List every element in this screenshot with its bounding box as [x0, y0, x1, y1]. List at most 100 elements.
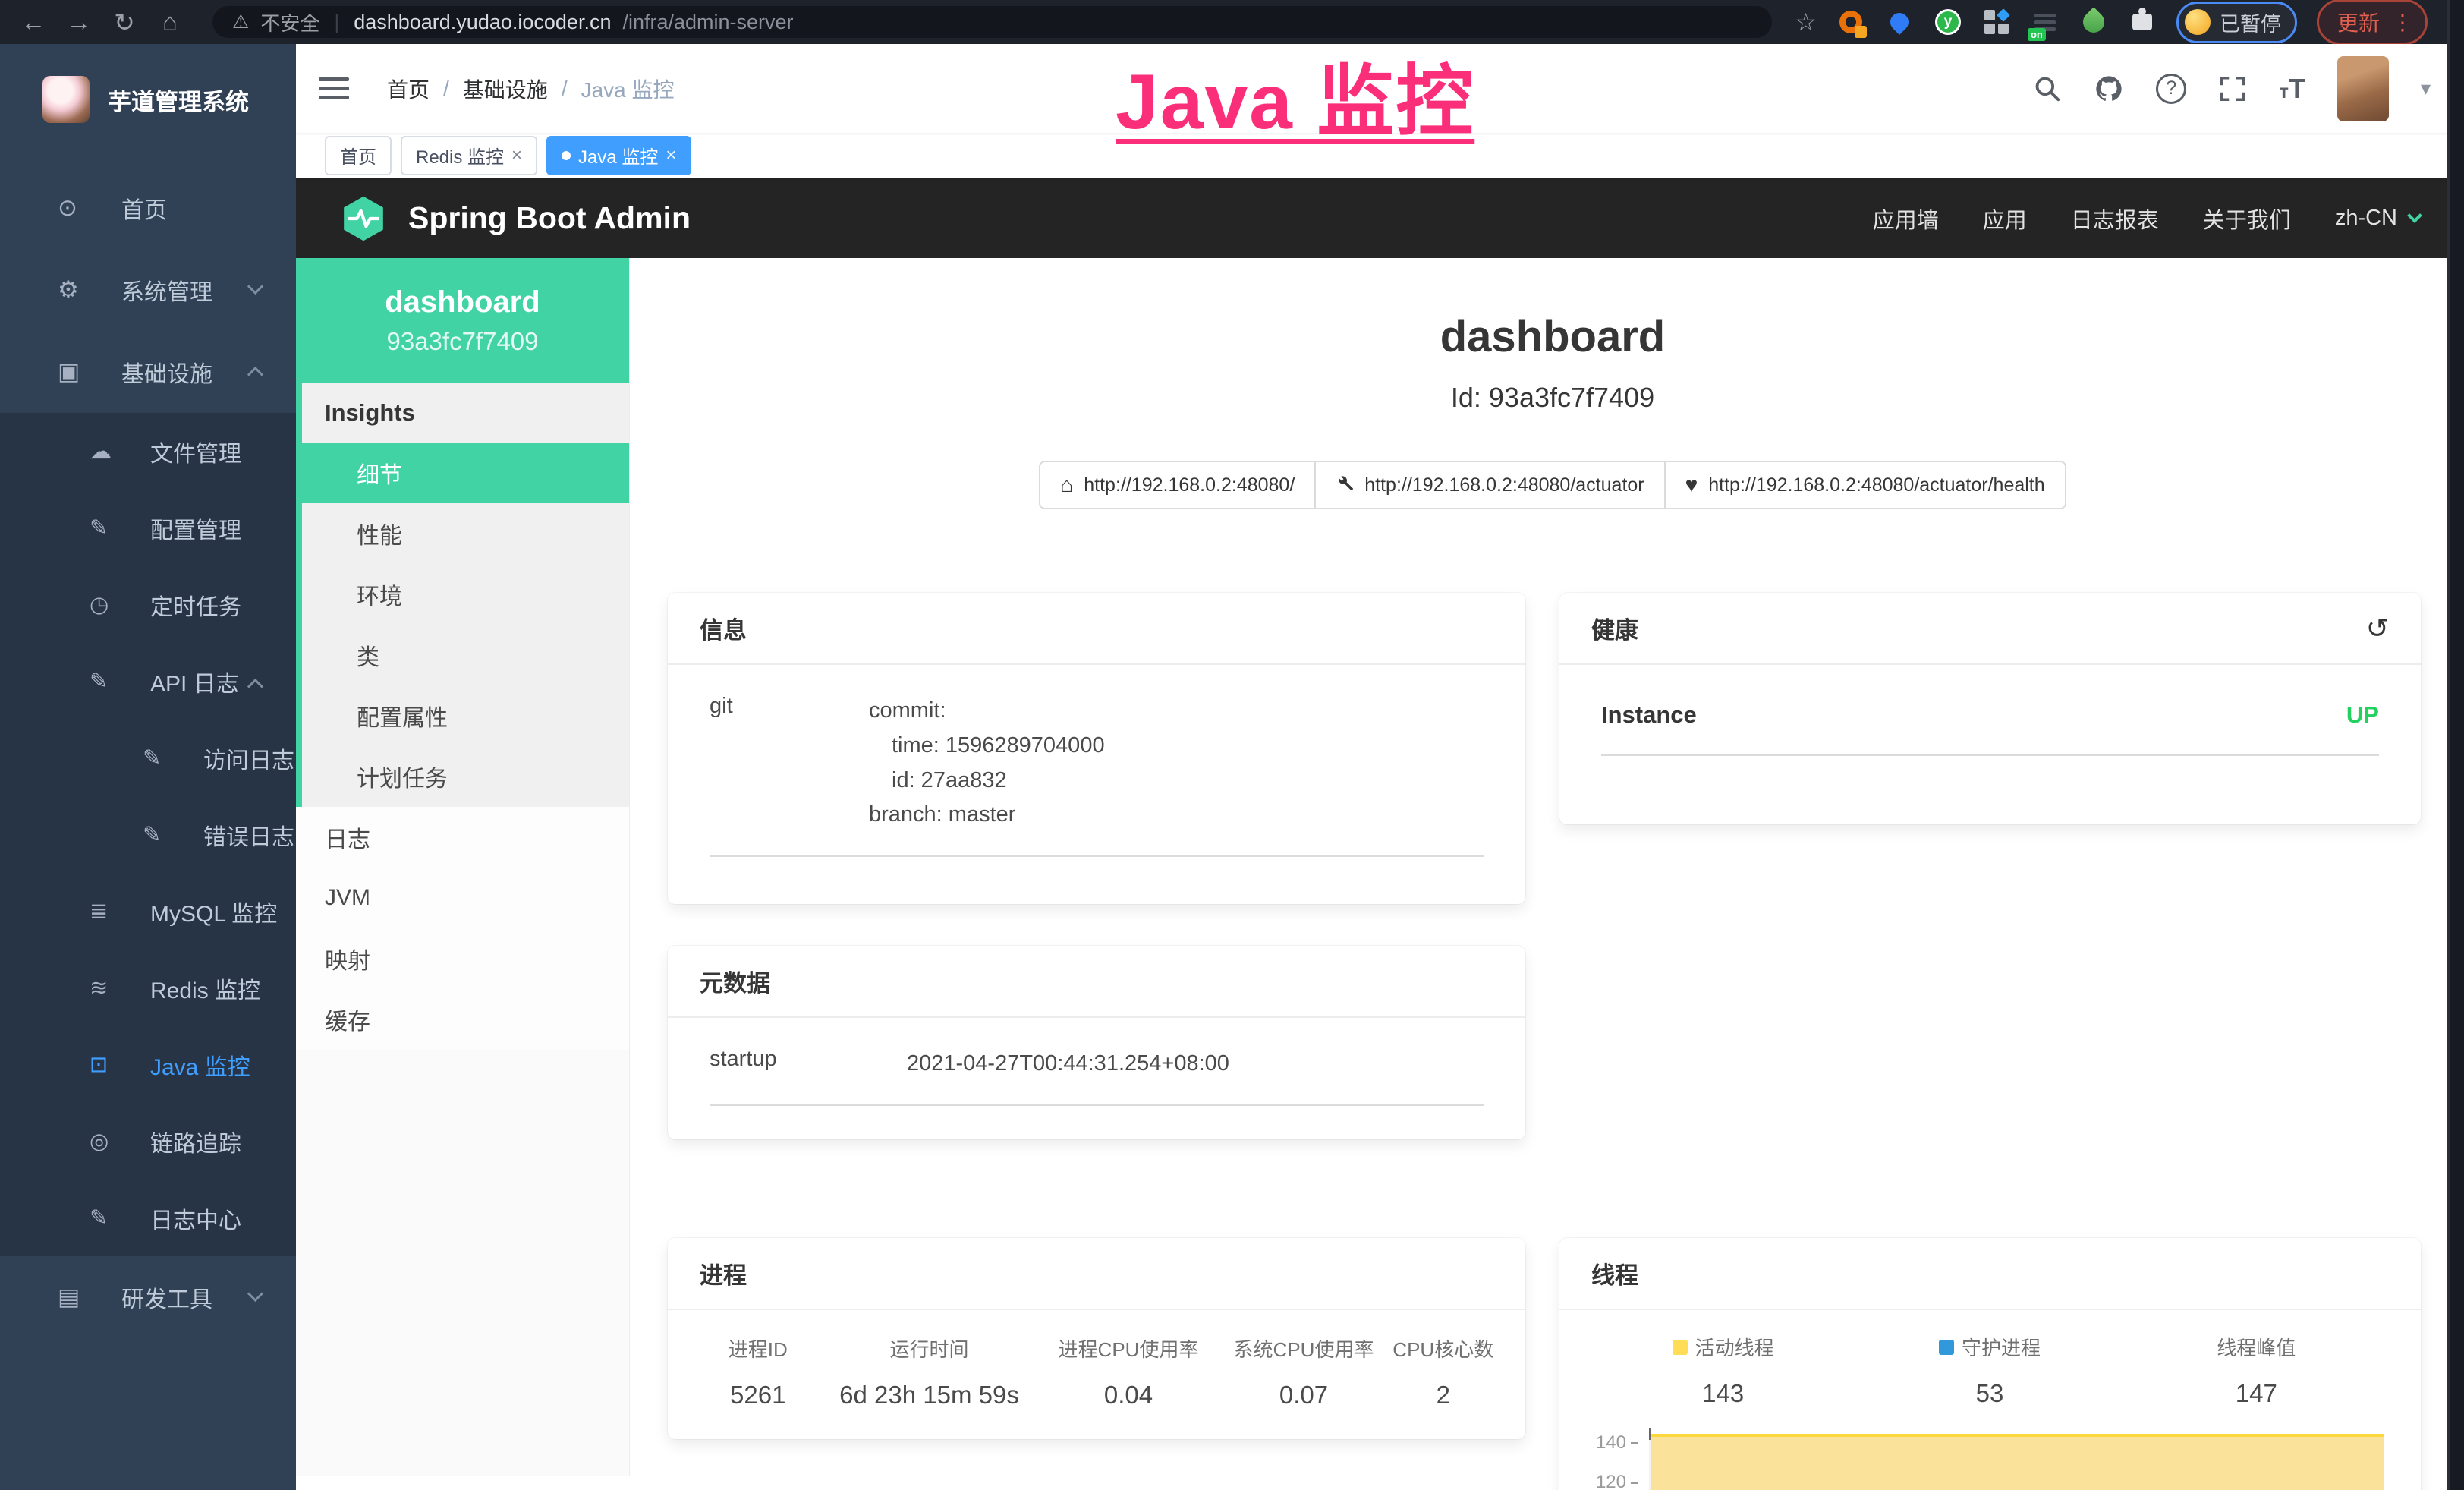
github-icon[interactable] — [2094, 74, 2124, 104]
info-card: 信息 git commit: time: 1596289704000 id: 2… — [668, 593, 1525, 904]
sidebar-item-access-log[interactable]: ✎ 访问日志 — [0, 720, 296, 796]
home-icon: ⌂ — [1060, 473, 1073, 497]
profile-avatar-emoji — [2185, 9, 2211, 35]
java-monitor-icon: ⊡ — [90, 1051, 124, 1078]
sidebar-item-log-center[interactable]: ✎ 日志中心 — [0, 1180, 296, 1256]
git-id-line: id: 27aa832 — [869, 764, 1105, 799]
sba-nav-wallboard[interactable]: 应用墙 — [1873, 203, 1939, 235]
tab-redis-monitor[interactable]: Redis 监控 × — [401, 136, 537, 175]
sidebar-item-tracing[interactable]: ◎ 链路追踪 — [0, 1103, 296, 1180]
row-divider — [1601, 754, 2379, 756]
health-url-button[interactable]: ♥ http://192.168.0.2:48080/actuator/heal… — [1664, 461, 2066, 509]
sidebar-item-api-log[interactable]: ✎ API 日志 — [0, 643, 296, 720]
git-commit-line: commit: — [869, 694, 1105, 729]
font-size-icon[interactable]: тT — [2279, 73, 2305, 105]
close-icon[interactable]: × — [511, 145, 522, 166]
process-header-pid: 进程ID — [698, 1334, 818, 1362]
briefcase-icon: ▤ — [58, 1284, 93, 1311]
heart-icon: ♥ — [1685, 473, 1698, 497]
sidebar-item-java-monitor[interactable]: ⊡ Java 监控 — [0, 1026, 296, 1103]
sidebar-item-files[interactable]: ☁ 文件管理 — [0, 413, 296, 490]
extension-icon-puzzle[interactable] — [2128, 8, 2157, 36]
extension-icon-orange[interactable] — [1836, 8, 1865, 36]
user-avatar[interactable] — [2337, 56, 2389, 121]
not-secure-label[interactable]: 不安全 — [260, 8, 319, 36]
extension-icon-leaf[interactable] — [2079, 8, 2108, 36]
info-row-label: git — [710, 694, 869, 833]
chevron-up-icon — [247, 679, 263, 695]
sba-sidebar-item-jvm[interactable]: JVM — [296, 868, 629, 928]
api-log-icon: ✎ — [90, 668, 124, 695]
sidebar-item-error-log[interactable]: ✎ 错误日志 — [0, 796, 296, 873]
extension-icon-pin[interactable] — [1885, 8, 1914, 36]
sba-sidebar-item-scheduled-tasks[interactable]: 计划任务 — [302, 746, 629, 807]
update-button[interactable]: 更新 ⋮ — [2317, 0, 2428, 45]
sba-sidebar-item-logs[interactable]: 日志 — [296, 807, 629, 868]
app-logo-row[interactable]: 芋道管理系统 — [0, 44, 296, 135]
sidebar-item-infra[interactable]: ▣ 基础设施 — [0, 331, 296, 413]
sba-sidebar-item-mappings[interactable]: 映射 — [296, 928, 629, 989]
extension-icon-grid[interactable] — [1982, 8, 2011, 36]
window-edge-scrollbar[interactable] — [2447, 0, 2464, 1490]
row-divider — [710, 1104, 1484, 1106]
sidebar-item-label: 基础设施 — [121, 355, 212, 389]
sidebar-item-label: 访问日志 — [203, 742, 294, 775]
back-icon[interactable]: ← — [14, 8, 53, 36]
sidebar-item-system[interactable]: ⚙ 系统管理 — [0, 249, 296, 331]
history-icon[interactable]: ↺ — [2366, 613, 2389, 644]
breadcrumb-home[interactable]: 首页 — [387, 74, 430, 104]
process-table-headers: 进程ID 运行时间 进程CPU使用率 系统CPU使用率 CPU核心数 — [698, 1334, 1495, 1362]
extension-icon-list-on[interactable]: on — [2031, 8, 2060, 36]
health-instance-row[interactable]: Instance UP — [1601, 701, 2379, 729]
sba-nav-about[interactable]: 关于我们 — [2203, 203, 2291, 235]
tab-java-monitor[interactable]: Java 监控 × — [546, 136, 691, 175]
extension-icon-green-y[interactable]: y — [1934, 8, 1962, 36]
reload-icon[interactable]: ↻ — [105, 8, 144, 37]
chevron-down-icon — [2407, 208, 2422, 223]
process-value-proc-cpu: 0.04 — [1041, 1381, 1216, 1410]
sidebar-item-devtools[interactable]: ▤ 研发工具 — [0, 1256, 296, 1338]
browser-home-icon[interactable]: ⌂ — [150, 8, 190, 36]
actuator-url-button[interactable]: http://192.168.0.2:48080/actuator — [1314, 461, 1665, 509]
process-card: 进程 进程ID 运行时间 进程CPU使用率 系统CPU使用率 CPU核心数 — [668, 1238, 1525, 1439]
sidebar-item-scheduled-jobs[interactable]: ◷ 定时任务 — [0, 566, 296, 643]
bookmark-star-icon[interactable]: ☆ — [1795, 8, 1817, 36]
profile-paused-chip[interactable]: 已暂停 — [2176, 2, 2297, 43]
service-url-button[interactable]: ⌂ http://192.168.0.2:48080/ — [1039, 461, 1316, 509]
sidebar-item-config[interactable]: ✎ 配置管理 — [0, 490, 296, 566]
sba-sidebar-item-config-props[interactable]: 配置属性 — [302, 685, 629, 746]
sba-sidebar-item-environment[interactable]: 环境 — [302, 564, 629, 625]
active-dot — [562, 151, 571, 160]
sidebar-item-home[interactable]: ⊙ 首页 — [0, 167, 296, 249]
sidebar-item-redis[interactable]: ≋ Redis 监控 — [0, 950, 296, 1026]
sba-instance-name: dashboard — [385, 285, 540, 320]
threads-card: 线程 活动线程 守护进 — [1559, 1238, 2421, 1490]
sba-instance-block[interactable]: dashboard 93a3fc7f7409 — [296, 258, 629, 383]
sidebar-item-mysql[interactable]: ≣ MySQL 监控 — [0, 873, 296, 950]
app-logo-image — [42, 76, 90, 123]
app-title: 芋道管理系统 — [108, 83, 249, 117]
sba-sidebar-item-details[interactable]: 细节 — [302, 443, 629, 503]
sba-sidebar-item-classes[interactable]: 类 — [302, 625, 629, 685]
sba-sidebar-item-metrics[interactable]: 性能 — [302, 503, 629, 564]
sba-nav-journal[interactable]: 日志报表 — [2071, 203, 2159, 235]
search-icon[interactable] — [2033, 74, 2062, 103]
sba-sidebar-item-caches[interactable]: 缓存 — [296, 989, 629, 1050]
sba-nav-applications[interactable]: 应用 — [1983, 203, 2027, 235]
help-icon[interactable]: ? — [2156, 74, 2186, 104]
close-icon[interactable]: × — [666, 145, 676, 166]
caret-down-icon[interactable]: ▾ — [2421, 77, 2431, 100]
browser-toolbar: ← → ↻ ⌂ ⚠ 不安全 | dashboard.yudao.iocoder.… — [0, 0, 2464, 44]
sba-brand-name: Spring Boot Admin — [408, 200, 691, 236]
address-bar[interactable]: ⚠ 不安全 | dashboard.yudao.iocoder.cn /infr… — [212, 6, 1772, 38]
dashboard-icon: ⊙ — [58, 194, 93, 222]
hamburger-icon[interactable] — [319, 77, 349, 99]
sba-language-select[interactable]: zh-CN — [2335, 206, 2420, 231]
fullscreen-icon[interactable] — [2218, 74, 2247, 103]
sba-brand[interactable]: Spring Boot Admin — [340, 195, 691, 242]
process-header-proc-cpu: 进程CPU使用率 — [1041, 1334, 1216, 1362]
breadcrumb-infra[interactable]: 基础设施 — [463, 74, 548, 104]
forward-icon[interactable]: → — [59, 8, 99, 36]
menu-dots-icon[interactable]: ⋮ — [2392, 10, 2413, 35]
tab-home[interactable]: 首页 — [325, 136, 392, 175]
